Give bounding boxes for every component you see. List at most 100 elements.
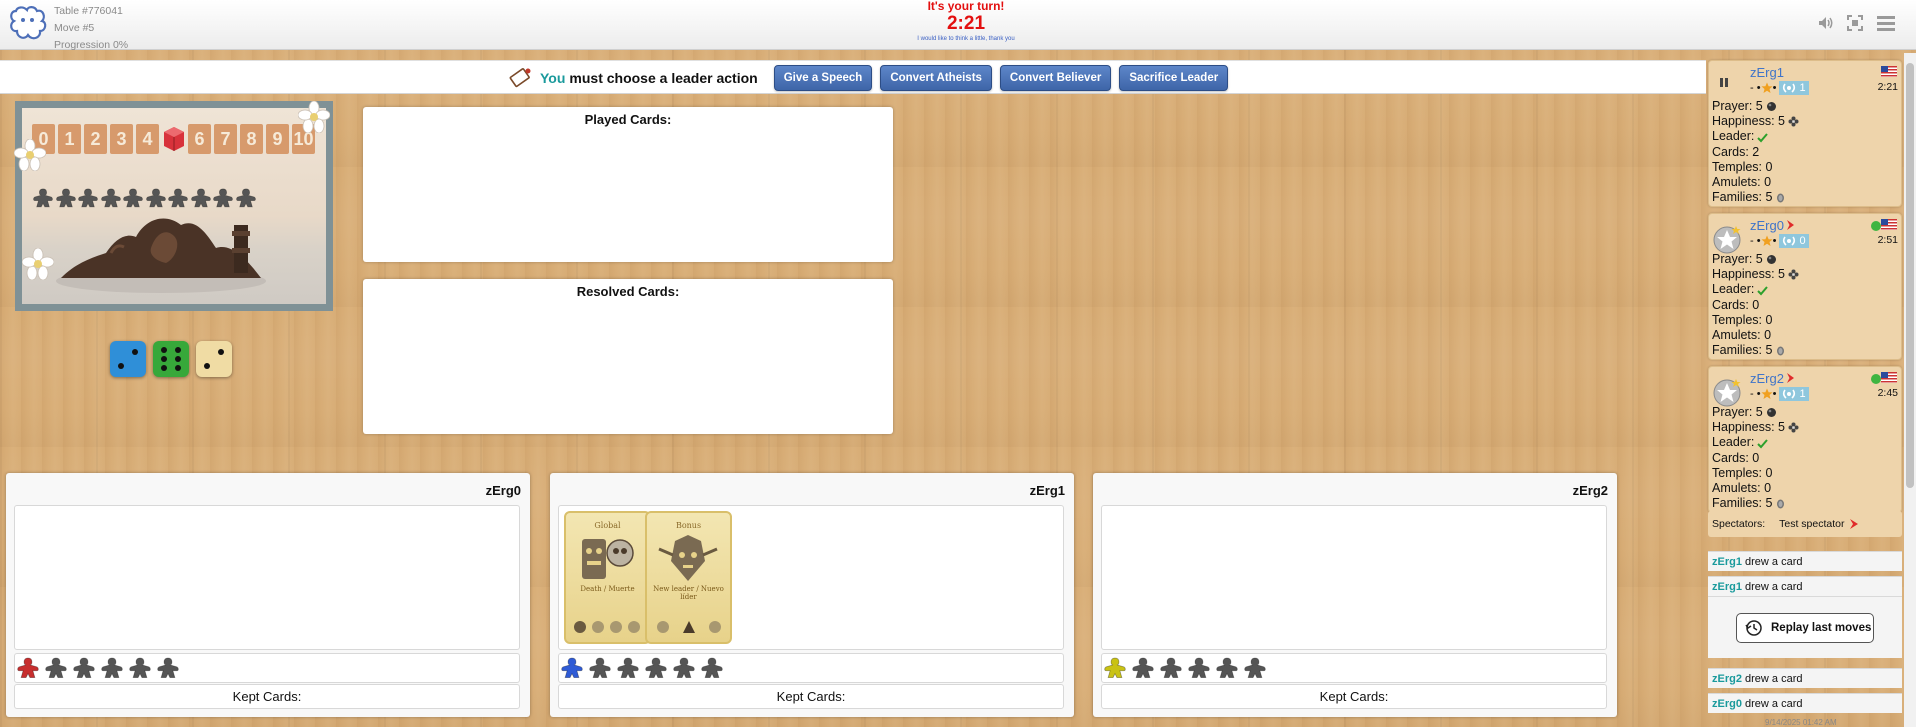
think-message[interactable]: I would like to think a little, thank yo…	[866, 35, 1066, 44]
laurel-badge: 1	[1779, 81, 1809, 95]
us-flag-icon	[1881, 372, 1897, 383]
sidebar-scrollbar[interactable]	[1904, 53, 1916, 727]
score-row: - • • 1	[1750, 81, 1809, 95]
log-entry: zErg1 drew a card	[1708, 576, 1902, 596]
table-number[interactable]: Table #776041	[54, 3, 128, 20]
happiness-icon	[1788, 422, 1799, 433]
stat-leader-value: Leader:	[1712, 129, 1755, 144]
board-meeple-icon	[55, 188, 76, 208]
track-slot: 6	[188, 124, 211, 154]
player-name[interactable]: zErg2	[1750, 371, 1784, 386]
family-meeple-icon	[1132, 657, 1154, 679]
volume-icon[interactable]	[1817, 14, 1835, 32]
track-slot: 7	[214, 124, 237, 154]
avatar-star-icon	[1713, 226, 1741, 254]
spectator-arrow-icon	[1849, 519, 1858, 529]
island-illustration	[56, 218, 266, 293]
die	[110, 341, 146, 377]
convert-believer-button[interactable]: Convert Believer	[999, 65, 1112, 91]
family-meeple-icon	[1216, 657, 1238, 679]
stat-leader: Leader:	[1712, 129, 1799, 144]
track-slot: 3	[110, 124, 133, 154]
stat-leader-value: Leader:	[1712, 435, 1755, 450]
laurel-icon	[1783, 83, 1796, 93]
stat-prayer-value: Prayer: 5	[1712, 99, 1763, 113]
die-pip	[175, 365, 182, 371]
stat-cards-value: Cards: 2	[1712, 144, 1760, 159]
die-pip	[132, 348, 139, 355]
die-pip	[117, 363, 124, 370]
card-type: Global	[594, 521, 621, 530]
board-meeple-icon	[100, 188, 121, 208]
family-meeple-icon	[73, 657, 95, 679]
stat-families-value: Families: 5	[1712, 343, 1773, 358]
player-zone-name: zErg0	[485, 483, 521, 498]
track-slot: 2	[84, 124, 107, 154]
stat-prayer-value: Prayer: 5	[1712, 252, 1763, 266]
stat-families: Families: 5	[1712, 343, 1799, 358]
stat-prayer: Prayer: 5	[1712, 405, 1799, 420]
stat-leader: Leader:	[1712, 282, 1799, 297]
card-global-death[interactable]: Global Death / Muerte	[564, 511, 651, 644]
player-zone-zerg2: zErg2 Kept Cards:	[1093, 473, 1617, 717]
sacrifice-leader-button[interactable]: Sacrifice Leader	[1119, 65, 1229, 91]
board-meeple-icon	[33, 188, 53, 208]
board-meeple-icon	[168, 188, 188, 208]
stat-leader: Leader:	[1712, 435, 1799, 450]
prayer-icon	[1766, 408, 1776, 418]
track-slot: 8	[240, 124, 263, 154]
stat-happiness: Happiness: 5	[1712, 114, 1799, 129]
family-icon	[1777, 499, 1785, 509]
player-zone-zerg0: zErg0 Kept Cards:	[6, 473, 530, 717]
player-clock: 2:45	[1877, 387, 1898, 399]
log-entry: zErg0 drew a card	[1708, 693, 1902, 713]
spectator-name[interactable]: Test spectator	[1779, 518, 1844, 530]
stat-prayer: Prayer: 5	[1712, 99, 1799, 114]
replay-last-moves-button[interactable]: Replay last moves	[1736, 613, 1874, 643]
resolved-cards-panel: Resolved Cards:	[363, 279, 893, 434]
die-pip	[218, 348, 225, 355]
played-cards-title: Played Cards:	[584, 112, 672, 127]
leader-meeple-icon	[561, 657, 583, 679]
player-zone-zerg1: zErg1 Global Death / Muerte Bonus New le…	[550, 473, 1074, 717]
player-name[interactable]: zErg0	[1750, 218, 1784, 233]
family-meeple-icon	[1160, 657, 1182, 679]
fullscreen-icon[interactable]	[1846, 14, 1864, 32]
family-icon	[1777, 346, 1785, 356]
avatar-star-icon	[1713, 379, 1741, 407]
stat-happiness-value: Happiness: 5	[1712, 114, 1785, 129]
stat-happiness-value: Happiness: 5	[1712, 267, 1785, 282]
convert-atheists-button[interactable]: Convert Atheists	[880, 65, 992, 91]
menu-icon[interactable]	[1876, 14, 1896, 32]
stat-happiness-value: Happiness: 5	[1712, 420, 1785, 435]
stat-temples-value: Temples: 0	[1712, 465, 1773, 480]
happiness-icon	[1788, 269, 1799, 280]
flower-right-icon	[298, 101, 330, 133]
leader-scroll-icon	[509, 68, 531, 88]
stat-temples-value: Temples: 0	[1712, 312, 1773, 327]
player-name[interactable]: zErg1	[1750, 65, 1784, 80]
leader-check-icon	[1757, 285, 1769, 295]
die	[153, 341, 189, 377]
active-arrow-icon	[1787, 220, 1794, 230]
resolved-cards-title: Resolved Cards:	[576, 284, 680, 299]
badge-count: 0	[1799, 235, 1806, 247]
log-timestamp: 9/14/2025 01:42 AM	[1765, 718, 1837, 727]
move-number: Move #5	[54, 22, 95, 34]
turn-clock: 2:21	[946, 13, 986, 34]
give-speech-button[interactable]: Give a Speech	[773, 65, 873, 91]
score-row: - • • 0	[1750, 234, 1809, 248]
laurel-icon	[1783, 389, 1796, 399]
stat-families: Families: 5	[1712, 190, 1799, 205]
happiness-icon	[1788, 116, 1799, 127]
scroll-thumb[interactable]	[1906, 63, 1914, 488]
card-type: Bonus	[675, 521, 702, 530]
badge-count: 1	[1799, 82, 1806, 94]
card-name: Death / Muerte	[580, 585, 635, 593]
stat-amulets-value: Amulets: 0	[1712, 328, 1772, 343]
leader-check-icon	[1757, 132, 1769, 142]
family-meeple-icon	[129, 657, 151, 679]
card-bonus-new-leader[interactable]: Bonus New leader / Nuevo líder	[645, 511, 732, 644]
bga-logo-icon[interactable]	[8, 5, 48, 43]
board-meeple-icon	[213, 188, 233, 208]
